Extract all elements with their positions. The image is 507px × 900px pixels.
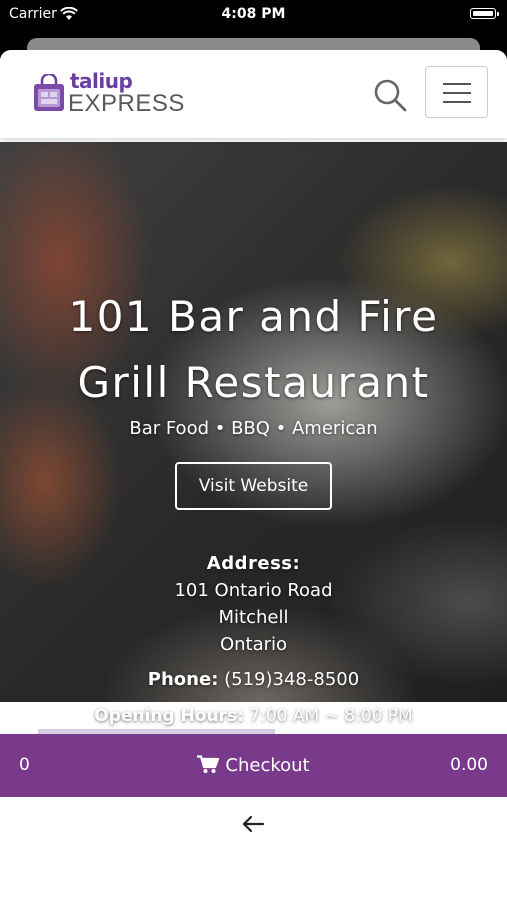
restaurant-name-line1: 101 Bar and Fire (68, 292, 439, 341)
opening-hours: Opening Hours: 7:00 AM ~ 8:00 PM (0, 706, 507, 726)
address-line-province: Ontario (219, 634, 288, 655)
hours-label: Opening Hours: (94, 706, 244, 726)
search-icon (374, 79, 407, 112)
address-line-city: Mitchell (218, 607, 289, 628)
shopping-bag-icon (34, 74, 64, 111)
restaurant-name: 101 Bar and Fire Grill Restaurant (0, 284, 507, 416)
site-header: taliup EXPRESS (0, 50, 507, 138)
clock: 4:08 PM (221, 6, 286, 22)
phone-label: Phone: (147, 669, 219, 690)
search-button[interactable] (372, 77, 408, 113)
bottom-navigation (0, 797, 507, 850)
status-bar: Carrier 4:08 PM (0, 0, 507, 28)
checkout-label: Checkout (225, 755, 310, 776)
address-label: Address: (206, 553, 301, 574)
back-arrow-icon[interactable] (240, 813, 266, 835)
logo-text-bottom: EXPRESS (68, 90, 185, 117)
battery-icon (470, 8, 499, 19)
phone-info: Phone: (519)348-8500 (0, 669, 507, 690)
cart-icon (197, 754, 220, 773)
menu-button[interactable] (425, 66, 488, 118)
restaurant-name-line2: Grill Restaurant (77, 358, 430, 407)
cuisine-tags: Bar Food • BBQ • American (129, 418, 378, 439)
visit-website-button[interactable]: Visit Website (175, 462, 332, 510)
address-line-street: 101 Ontario Road (174, 580, 333, 601)
phone-number[interactable]: (519)348-8500 (224, 669, 359, 690)
restaurant-hero: 101 Bar and Fire Grill Restaurant Bar Fo… (0, 142, 507, 752)
menu-icon (443, 83, 471, 85)
hours-value: 7:00 AM ~ 8:00 PM (249, 706, 413, 726)
